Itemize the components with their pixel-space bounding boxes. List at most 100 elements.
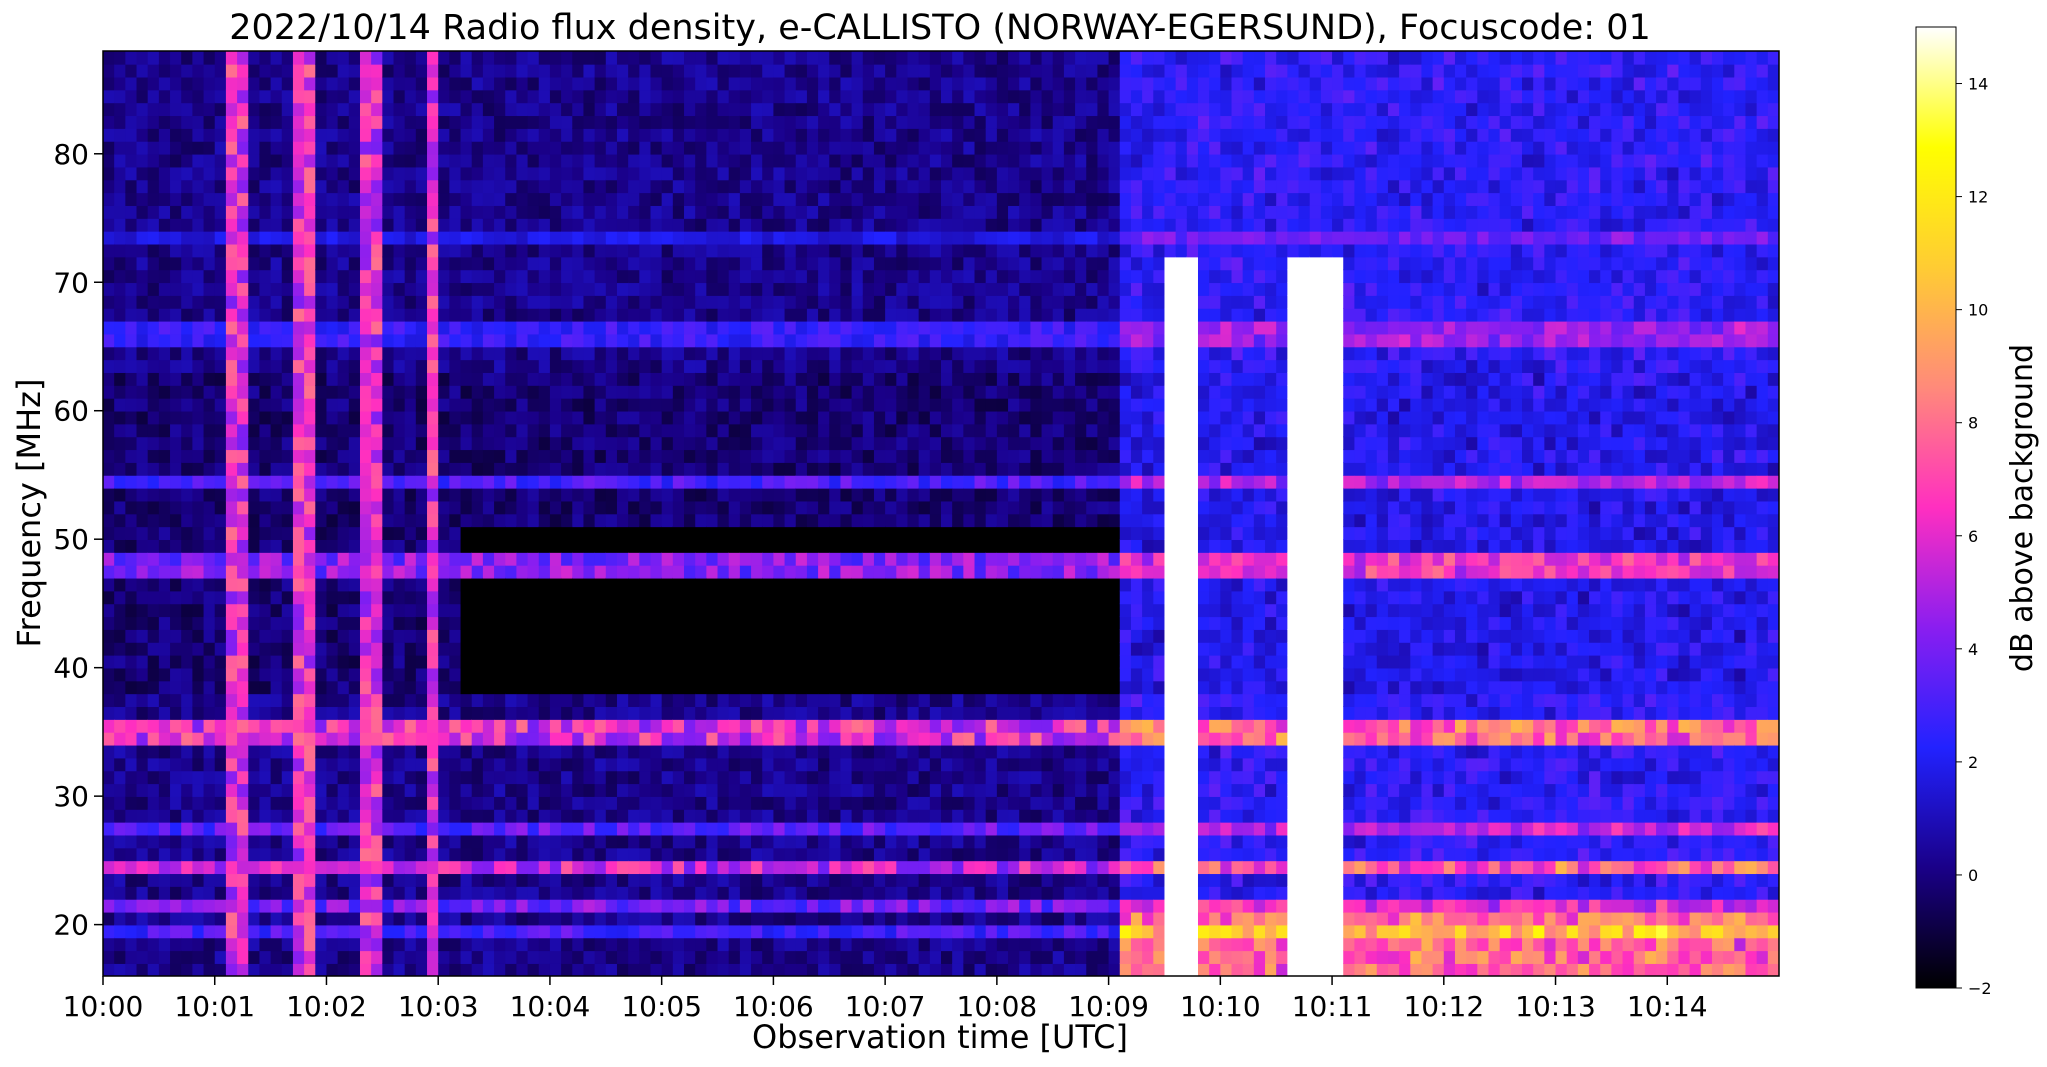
heatmap-cell xyxy=(225,731,238,746)
heatmap-cell xyxy=(527,51,540,65)
heatmap-cell xyxy=(762,911,775,926)
heatmap-cell xyxy=(739,449,752,463)
heatmap-cell xyxy=(292,847,305,862)
heatmap-cell xyxy=(818,603,831,618)
heatmap-cell xyxy=(616,128,629,142)
heatmap-cell xyxy=(304,924,317,939)
heatmap-cell xyxy=(315,526,328,540)
heatmap-cell xyxy=(706,462,719,476)
heatmap-cell xyxy=(371,166,384,181)
heatmap-cell xyxy=(304,487,317,502)
heatmap-cell xyxy=(438,847,451,862)
heatmap-cell xyxy=(616,153,629,168)
heatmap-cell xyxy=(795,51,808,65)
heatmap-cell xyxy=(103,616,115,630)
heatmap-cell xyxy=(773,950,786,964)
heatmap-cell xyxy=(706,102,719,117)
heatmap-cell xyxy=(795,924,808,939)
heatmap-cell xyxy=(326,63,339,78)
heatmap-cell xyxy=(304,474,317,489)
heatmap-cell xyxy=(471,51,484,65)
heatmap-cell xyxy=(605,385,618,399)
heatmap-cell xyxy=(103,410,115,425)
heatmap-cell xyxy=(751,500,764,515)
heatmap-cell xyxy=(650,76,663,91)
heatmap-cell xyxy=(695,911,708,926)
heatmap-cell xyxy=(840,462,853,476)
heatmap-cell xyxy=(728,616,741,630)
heatmap-cell xyxy=(382,680,395,695)
heatmap-cell xyxy=(684,693,696,708)
heatmap-cell xyxy=(862,577,875,592)
heatmap-cell xyxy=(494,654,507,669)
heatmap-cell xyxy=(304,898,317,913)
heatmap-cell xyxy=(784,436,797,451)
heatmap-cell xyxy=(471,140,484,155)
heatmap-cell xyxy=(225,153,238,168)
heatmap-cell xyxy=(449,757,462,772)
heatmap-cell xyxy=(873,629,886,643)
heatmap-cell xyxy=(460,654,473,669)
heatmap-cell xyxy=(639,577,652,592)
heatmap-cell xyxy=(415,282,428,296)
heatmap-cell xyxy=(382,153,395,168)
heatmap-cell xyxy=(427,449,439,463)
heatmap-cell xyxy=(337,526,350,540)
heatmap-cell xyxy=(125,397,138,412)
heatmap-cell xyxy=(672,230,685,245)
heatmap-cell xyxy=(505,641,518,656)
heatmap-cell xyxy=(292,886,305,900)
heatmap-cell xyxy=(549,295,562,309)
heatmap-cell xyxy=(460,372,473,386)
heatmap-cell xyxy=(281,410,294,425)
heatmap-cell xyxy=(192,397,205,412)
heatmap-cell xyxy=(594,539,607,553)
heatmap-cell xyxy=(829,731,842,746)
heatmap-cell xyxy=(795,500,808,515)
heatmap-cell xyxy=(225,102,238,117)
heatmap-cell xyxy=(751,911,764,926)
heatmap-cell xyxy=(784,590,797,605)
heatmap-cell xyxy=(125,295,138,309)
heatmap-cell xyxy=(192,860,205,875)
heatmap-cell xyxy=(594,51,607,65)
heatmap-cell xyxy=(281,372,294,386)
heatmap-cell xyxy=(605,436,618,451)
heatmap-cell xyxy=(572,731,585,746)
heatmap-cell xyxy=(415,770,428,785)
heatmap-cell xyxy=(583,243,596,258)
heatmap-cell xyxy=(192,963,205,976)
heatmap-cell xyxy=(717,950,730,964)
heatmap-cell xyxy=(616,320,629,335)
heatmap-cell xyxy=(170,911,183,926)
heatmap-cell xyxy=(572,719,585,733)
heatmap-cell xyxy=(818,963,831,976)
heatmap-cell xyxy=(304,719,317,733)
heatmap-cell xyxy=(784,205,797,219)
heatmap-cell xyxy=(806,218,819,232)
heatmap-cell xyxy=(337,924,350,939)
heatmap-cell xyxy=(460,821,473,836)
heatmap-cell xyxy=(203,963,216,976)
heatmap-cell xyxy=(147,911,160,926)
heatmap-cell xyxy=(292,102,305,117)
heatmap-cell xyxy=(170,860,183,875)
heatmap-cell xyxy=(359,744,372,759)
heatmap-cell xyxy=(337,230,350,245)
heatmap-cell xyxy=(639,821,652,836)
heatmap-cell xyxy=(494,963,507,976)
heatmap-cell xyxy=(482,860,495,875)
heatmap-cell xyxy=(147,500,160,515)
heatmap-cell xyxy=(114,731,127,746)
heatmap-cell xyxy=(784,924,797,939)
heatmap-cell xyxy=(695,500,708,515)
heatmap-cell xyxy=(494,783,507,797)
heatmap-cell xyxy=(818,564,831,579)
heatmap-cell xyxy=(281,924,294,939)
heatmap-cell xyxy=(415,641,428,656)
heatmap-cell xyxy=(751,474,764,489)
heatmap-cell xyxy=(505,770,518,785)
heatmap-cell xyxy=(382,641,395,656)
heatmap-cell xyxy=(751,385,764,399)
heatmap-cell xyxy=(806,89,819,104)
